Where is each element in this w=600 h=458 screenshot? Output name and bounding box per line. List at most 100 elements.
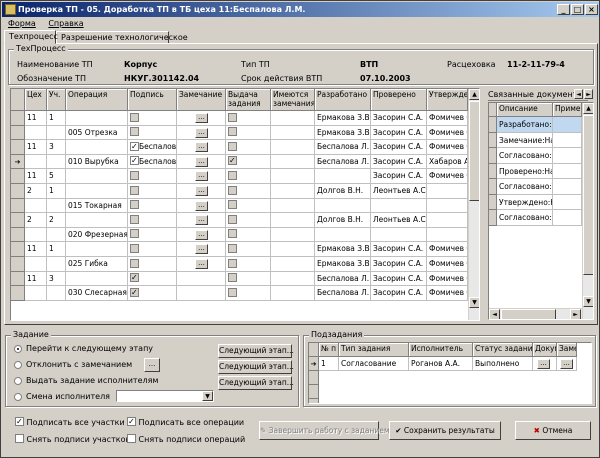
option-next-stage[interactable]: Перейти к следующему этапу (14, 344, 153, 353)
issue-checkbox[interactable] (228, 258, 237, 268)
minimize-button[interactable]: _ (557, 4, 570, 15)
issue-checkbox[interactable] (228, 200, 237, 210)
issue-checkbox[interactable] (228, 229, 237, 239)
row-indicator[interactable] (11, 125, 25, 141)
ops-cell-appr[interactable] (427, 227, 468, 243)
ops-cell-issue[interactable] (226, 140, 271, 155)
operations-vscrollbar[interactable]: ▲ ▼ (468, 89, 479, 320)
ops-cell-appr[interactable]: Фомичев С (427, 286, 468, 301)
docs-row-indicator[interactable] (489, 179, 497, 195)
ops-cell-dev[interactable]: Беспалова Л.М. (315, 286, 371, 301)
subtasks-header-0[interactable]: № п (319, 343, 339, 357)
issue-checkbox[interactable] (228, 214, 237, 224)
issue-checkbox[interactable] (228, 287, 237, 297)
ops-cell-dev[interactable] (315, 198, 371, 214)
remark-ellipsis-button[interactable]: ... (195, 200, 208, 211)
row-indicator[interactable] (11, 257, 25, 272)
ops-cell-remark[interactable]: ... (177, 213, 226, 228)
linked-docs-tab[interactable]: Связанные документы (488, 89, 588, 101)
docs-item[interactable]: Замечание:Начал (497, 132, 553, 148)
docs-hscroll-thumb[interactable] (501, 309, 556, 319)
issue-checkbox[interactable] (228, 273, 237, 283)
ops-cell-remark[interactable]: ... (177, 154, 226, 170)
docs-vscrollbar[interactable]: ▲ ▼ (582, 103, 593, 319)
docs-row-indicator[interactable] (489, 163, 497, 179)
docs-header-desc[interactable]: Описание (497, 103, 553, 117)
remove-area-signs[interactable]: Снять подписи участков (15, 434, 130, 444)
radio-issue-task[interactable] (14, 376, 22, 385)
ops-cell-shop[interactable] (25, 125, 47, 141)
ops-cell-area[interactable]: 2 (47, 213, 66, 228)
remark-ellipsis-button[interactable]: ... (195, 127, 208, 138)
issue-checkbox[interactable] (228, 141, 237, 151)
ops-cell-appr[interactable]: Фомичев С (427, 242, 468, 257)
ops-cell-shop[interactable]: 11 (25, 271, 47, 287)
row-indicator[interactable] (11, 242, 25, 257)
sign-checkbox[interactable] (130, 200, 139, 210)
sign-checkbox[interactable] (130, 170, 139, 180)
sign-all-ops-checkbox[interactable] (127, 417, 136, 426)
option-change-executor[interactable]: Смена исполнителя (14, 392, 110, 401)
docs-item[interactable]: Разработано:Стар (497, 117, 553, 133)
next-stage-button-3[interactable]: Следующий этап... (218, 376, 294, 390)
combo-dropdown-icon[interactable]: ▼ (202, 391, 213, 401)
ops-cell-sign[interactable] (128, 184, 177, 199)
sign-checkbox[interactable] (130, 214, 139, 224)
subtask-cell-doc[interactable]: ... (533, 357, 557, 371)
subtasks-header-5[interactable]: Заме (557, 343, 577, 357)
ops-cell-remark[interactable] (177, 286, 226, 301)
sign-checkbox[interactable] (130, 243, 139, 253)
subtasks-header-3[interactable]: Статус задания (473, 343, 533, 357)
ops-cell-issue[interactable] (226, 257, 271, 272)
row-indicator[interactable] (11, 227, 25, 243)
ops-cell-appr[interactable]: Фомичев С (427, 257, 468, 272)
subtasks-header-1[interactable]: Тип задания (339, 343, 409, 357)
ops-cell-sign[interactable] (128, 125, 177, 141)
ops-cell-appr[interactable] (427, 184, 468, 199)
ops-cell-dev[interactable]: Долгов В.Н. (315, 213, 371, 228)
docs-item-note[interactable] (553, 179, 582, 195)
issue-checkbox[interactable] (228, 185, 237, 195)
ops-cell-dev[interactable]: Беспалова Л.М. (315, 140, 371, 155)
docs-item-note[interactable] (553, 148, 582, 164)
ops-header-2[interactable]: Операция (66, 89, 128, 111)
docs-item-note[interactable] (553, 163, 582, 179)
ops-cell-appr[interactable]: Фомичев С (427, 125, 468, 141)
sign-checkbox[interactable] (130, 287, 139, 297)
ops-cell-area[interactable]: 1 (47, 242, 66, 257)
docs-hscrollbar[interactable]: ◄ ► (489, 308, 582, 319)
docs-tab-left-icon[interactable]: ◄ (574, 89, 583, 99)
ops-cell-dev[interactable]: Ермакова З.В. (315, 111, 371, 126)
ops-cell-area[interactable]: 1 (47, 111, 66, 126)
next-stage-button-1[interactable]: Следующий этап... (218, 344, 294, 358)
ops-cell-shop[interactable]: 11 (25, 242, 47, 257)
docs-item-note[interactable] (553, 194, 582, 210)
row-indicator[interactable] (11, 271, 25, 287)
ops-cell-shop[interactable]: 2 (25, 213, 47, 228)
ops-cell-area[interactable] (47, 154, 66, 170)
sign-all-ops[interactable]: Подписать все операции (127, 417, 244, 427)
ops-cell-dev[interactable]: Беспалова Л.М. (315, 271, 371, 287)
ops-cell-issue[interactable] (226, 286, 271, 301)
maximize-button[interactable]: □ (571, 4, 584, 15)
ops-cell-issue[interactable] (226, 125, 271, 141)
cancel-button[interactable]: ✖ Отмена (515, 421, 591, 440)
ops-cell-sign[interactable] (128, 271, 177, 287)
linked-docs-grid[interactable]: ОписаниеПримеРазработано:СтарЗамечание:Н… (488, 102, 594, 320)
docs-item-note[interactable] (553, 210, 582, 226)
ops-cell-chk[interactable]: Засорин С.А. (371, 286, 427, 301)
scroll-thumb[interactable] (469, 101, 479, 201)
ops-cell-appr[interactable]: Хабаров А (427, 154, 468, 170)
sign-all-areas-checkbox[interactable] (15, 417, 24, 426)
docs-row-indicator[interactable] (489, 117, 497, 133)
remark-ellipsis-button[interactable]: ... (195, 215, 208, 226)
ops-cell-chk[interactable]: Засорин С.А. (371, 125, 427, 141)
operations-grid[interactable]: Цех Уч. Операция Подпись Замечание Выдача зад… (10, 88, 480, 321)
ops-cell-chk[interactable]: Леонтьев А.С. (371, 184, 427, 199)
sign-checkbox[interactable] (130, 229, 139, 239)
remark-ellipsis-button[interactable]: ... (195, 259, 208, 269)
ops-cell-op[interactable] (66, 169, 128, 184)
ops-header-5[interactable]: Выдача задания (226, 89, 271, 111)
ops-cell-dev[interactable]: Ермакова З.В. (315, 242, 371, 257)
ops-cell-sign[interactable] (128, 242, 177, 257)
